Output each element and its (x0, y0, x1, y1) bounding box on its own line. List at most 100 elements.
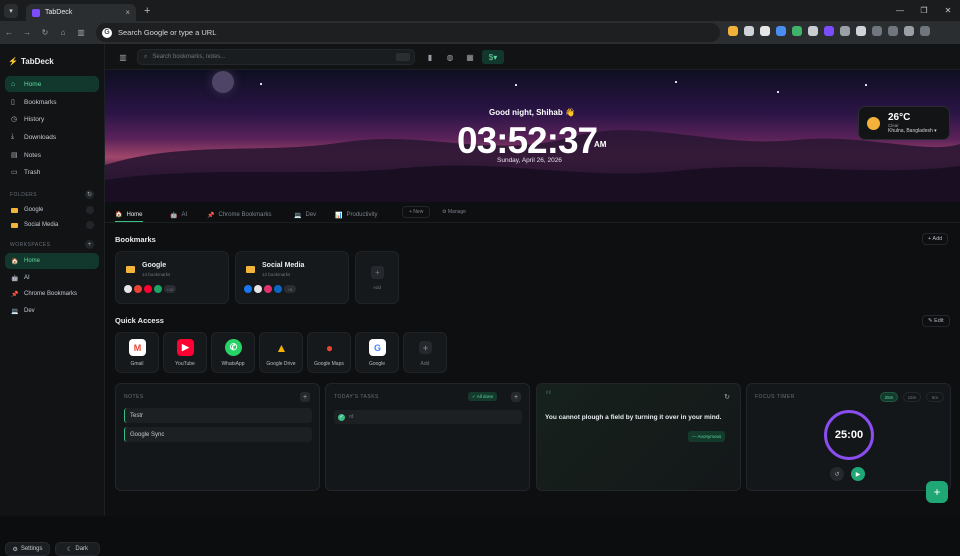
tabdeck-favicon-icon (32, 8, 40, 17)
sidebar-workspace-chrome-bookmarks[interactable]: 📌 Chrome Bookmarks (5, 286, 99, 302)
sidebar-item-downloads[interactable]: ⤓ Downloads (5, 129, 99, 145)
omnibox[interactable]: G Search Google or type a URL (96, 23, 720, 42)
refresh-folders-icon[interactable]: ↻ (85, 190, 94, 199)
browser-tab[interactable]: TabDeck × (26, 4, 136, 21)
house-icon: 🏠 (115, 212, 123, 218)
new-tab-button[interactable]: + (144, 5, 150, 17)
tab-dev[interactable]: 💻 Dev (294, 208, 316, 222)
robot-icon: 🤖 (170, 212, 178, 219)
search-input[interactable]: ⌕ Search bookmarks, notes... (137, 49, 415, 65)
duration-25m-button[interactable]: 25m (880, 392, 898, 402)
top-bar: ▥ ⌕ Search bookmarks, notes... ▮ ◍ ▦ $▾ (105, 44, 960, 70)
laptop-icon: 💻 (11, 308, 19, 315)
clock-time: 03:52:37 (457, 120, 598, 161)
tab-productivity[interactable]: 📊 Productivity (335, 208, 378, 222)
quick-access-google-drive[interactable]: ▲ Google Drive (259, 332, 303, 373)
refresh-quote-icon[interactable]: ↻ (722, 392, 732, 402)
settings-button[interactable]: ⚙ Settings (5, 542, 50, 556)
menu-icon[interactable] (920, 26, 930, 36)
sidebar-item-history[interactable]: ◷ History (5, 111, 99, 127)
edit-quick-access-button[interactable]: ✎ Edit (922, 315, 950, 327)
manage-workspaces-button[interactable]: ⚙ Manage (436, 206, 472, 218)
extension-icon[interactable] (728, 26, 738, 36)
forward-icon[interactable]: → (18, 28, 36, 37)
close-tab-icon[interactable]: × (125, 8, 130, 17)
extension-icon[interactable] (744, 26, 754, 36)
extension-icon[interactable] (808, 26, 818, 36)
facebook-icon (244, 285, 252, 293)
currency-menu-button[interactable]: $▾ (482, 50, 504, 64)
extension-icon[interactable] (824, 26, 834, 36)
checkbox-checked-icon[interactable]: ✓ (338, 413, 345, 421)
profile-avatar[interactable] (904, 26, 914, 36)
extension-icon[interactable] (872, 26, 882, 36)
minimize-button[interactable]: — (888, 0, 912, 21)
more-count: +10 (164, 285, 176, 293)
maximize-button[interactable]: ❐ (912, 0, 936, 21)
extension-icon[interactable] (792, 26, 802, 36)
tab-chrome-bookmarks[interactable]: 📌 Chrome Bookmarks (207, 208, 272, 222)
weather-location[interactable]: Khulna, Bangladesh ▾ (888, 128, 937, 134)
toggle-sidebar-icon[interactable]: ▥ (116, 50, 130, 64)
sidebar-item-notes[interactable]: ▤ Notes (5, 147, 99, 163)
extension-icon[interactable] (776, 26, 786, 36)
stats-icon[interactable]: ▮ (423, 50, 437, 64)
tab-home[interactable]: 🏠 Home (115, 208, 143, 222)
add-quick-access-card[interactable]: + Add (403, 332, 447, 373)
tab-label: Dev (305, 212, 317, 218)
bookmark-folder-card-google[interactable]: Google 14 bookmarks +10 (115, 251, 229, 304)
add-bookmark-button[interactable]: + Add (922, 233, 949, 245)
theme-label: Dark (75, 546, 89, 552)
quick-access-whatsapp[interactable]: ✆ WhatsApp (211, 332, 255, 373)
side-panel-icon[interactable]: ▥ (72, 28, 90, 37)
duration-5m-button[interactable]: 5m (926, 392, 944, 402)
sidebar-workspace-ai[interactable]: 🤖 AI (5, 270, 99, 286)
quote-author: — Anonymous (688, 431, 726, 442)
task-item[interactable]: ✓ rd (334, 410, 522, 424)
quick-access-gmail[interactable]: M Gmail (115, 332, 159, 373)
theme-palette-icon[interactable]: ◍ (443, 50, 457, 64)
folder-label: Google (24, 207, 44, 213)
instagram-icon (264, 285, 272, 293)
quick-access-youtube[interactable]: ▶ YouTube (163, 332, 207, 373)
duration-15m-button[interactable]: 15m (903, 392, 921, 402)
extension-icon[interactable] (856, 26, 866, 36)
extension-icon[interactable] (840, 26, 850, 36)
laptop-icon: 💻 (294, 212, 302, 219)
new-workspace-button[interactable]: + New (402, 206, 431, 218)
add-task-button[interactable]: + (511, 392, 521, 402)
sidebar-workspace-home[interactable]: 🏠 Home (5, 253, 99, 269)
add-workspace-icon[interactable]: + (85, 240, 94, 249)
trash-icon: ▭ (11, 169, 18, 176)
add-note-button[interactable]: + (300, 392, 310, 402)
sidebar-workspace-dev[interactable]: 💻 Dev (5, 303, 99, 319)
sidebar-item-bookmarks[interactable]: ▯ Bookmarks (5, 94, 99, 110)
sidebar-folder-google[interactable]: Google (5, 202, 99, 218)
bookmark-folder-card-social-media[interactable]: Social Media 12 bookmarks +8 (235, 251, 349, 304)
quick-access-label: Google Drive (266, 361, 296, 367)
extension-icon[interactable] (760, 26, 770, 36)
note-item[interactable]: Google Sync (124, 427, 312, 442)
tab-ai[interactable]: 🤖 AI (170, 208, 187, 222)
sidebar-item-home[interactable]: ⌂ Home (5, 76, 99, 92)
sidebar-item-trash[interactable]: ▭ Trash (5, 164, 99, 180)
quick-access-google-maps[interactable]: ● Google Maps (307, 332, 351, 373)
note-item[interactable]: Testr (124, 408, 312, 423)
weather-widget[interactable]: 26°C Clear Khulna, Bangladesh ▾ (858, 106, 950, 140)
tab-search-button[interactable]: ▾ (4, 3, 18, 18)
quick-access-google[interactable]: G Google (355, 332, 399, 373)
close-window-button[interactable]: ✕ (936, 0, 960, 21)
home-button-icon[interactable]: ⌂ (54, 28, 72, 37)
reload-icon[interactable]: ↻ (36, 28, 54, 37)
extension-icon[interactable] (888, 26, 898, 36)
reset-timer-icon[interactable]: ↺ (830, 467, 844, 481)
back-icon[interactable]: ← (0, 28, 18, 37)
pin-icon: 📌 (207, 212, 215, 219)
floating-add-button[interactable]: + (926, 481, 948, 503)
play-timer-icon[interactable]: ▶ (851, 467, 865, 481)
grid-icon[interactable]: ▦ (463, 50, 477, 64)
theme-toggle-button[interactable]: ☾ Dark (55, 542, 100, 556)
download-icon: ⤓ (11, 133, 15, 140)
sidebar-folder-social-media[interactable]: Social Media (5, 217, 99, 233)
add-folder-card[interactable]: + Add (355, 251, 399, 304)
